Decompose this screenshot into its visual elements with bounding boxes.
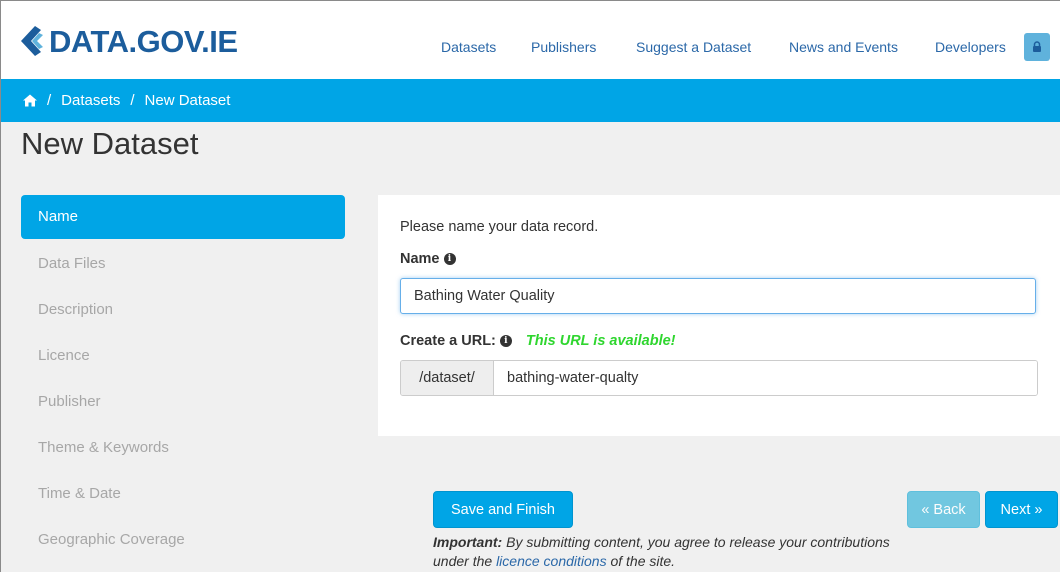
step-licence[interactable]: Licence	[21, 333, 345, 379]
nav-suggest-dataset[interactable]: Suggest a Dataset	[636, 39, 751, 55]
breadcrumb-separator: /	[47, 92, 52, 109]
back-button[interactable]: « Back	[907, 491, 980, 528]
step-description[interactable]: Description	[21, 287, 345, 333]
save-and-finish-button[interactable]: Save and Finish	[433, 491, 573, 528]
breadcrumb: / Datasets / New Dataset	[1, 79, 1060, 122]
nav-news-events[interactable]: News and Events	[789, 39, 898, 55]
next-button[interactable]: Next »	[985, 491, 1058, 528]
info-icon[interactable]: i	[499, 335, 512, 347]
page-title: New Dataset	[21, 126, 199, 161]
home-icon[interactable]	[23, 94, 37, 107]
step-time-date[interactable]: Time & Date	[21, 471, 345, 517]
breadcrumb-datasets[interactable]: Datasets	[61, 92, 120, 109]
url-slug-input[interactable]	[494, 361, 1037, 395]
nav-developers[interactable]: Developers	[935, 39, 1006, 55]
url-label: Create a URL: i This URL is available!	[400, 333, 676, 349]
licence-conditions-link[interactable]: licence conditions	[496, 553, 607, 569]
lock-icon	[1033, 41, 1041, 52]
main-nav: Datasets Publishers Suggest a Dataset Ne…	[1, 39, 1060, 59]
notice-important: Important:	[433, 534, 503, 550]
url-label-text: Create a URL:	[400, 333, 496, 349]
step-geographic-coverage[interactable]: Geographic Coverage	[21, 517, 345, 563]
login-button[interactable]	[1024, 33, 1050, 61]
info-icon[interactable]: i	[443, 253, 456, 265]
name-label-text: Name	[400, 251, 440, 267]
url-prefix: /dataset/	[401, 361, 494, 395]
name-label: Name i	[400, 251, 456, 267]
url-input-group: /dataset/	[400, 360, 1038, 396]
steps-sidebar: Name Data Files Description Licence Publ…	[21, 195, 345, 563]
site-header: DATA.GOV.IE Datasets Publishers Suggest …	[1, 1, 1060, 79]
submission-notice: Important: By submitting content, you ag…	[433, 533, 903, 571]
url-available-status: This URL is available!	[525, 333, 676, 349]
step-theme-keywords[interactable]: Theme & Keywords	[21, 425, 345, 471]
form-panel: Please name your data record. Name i Cre…	[378, 195, 1060, 436]
form-intro: Please name your data record.	[400, 219, 599, 235]
nav-datasets[interactable]: Datasets	[441, 39, 496, 55]
name-input[interactable]	[400, 278, 1036, 314]
step-name[interactable]: Name	[21, 195, 345, 239]
step-publisher[interactable]: Publisher	[21, 379, 345, 425]
breadcrumb-new-dataset: New Dataset	[144, 92, 231, 109]
step-data-files[interactable]: Data Files	[21, 241, 345, 287]
notice-text-after: of the site.	[606, 553, 676, 569]
nav-publishers[interactable]: Publishers	[531, 39, 596, 55]
breadcrumb-separator: /	[130, 92, 135, 109]
